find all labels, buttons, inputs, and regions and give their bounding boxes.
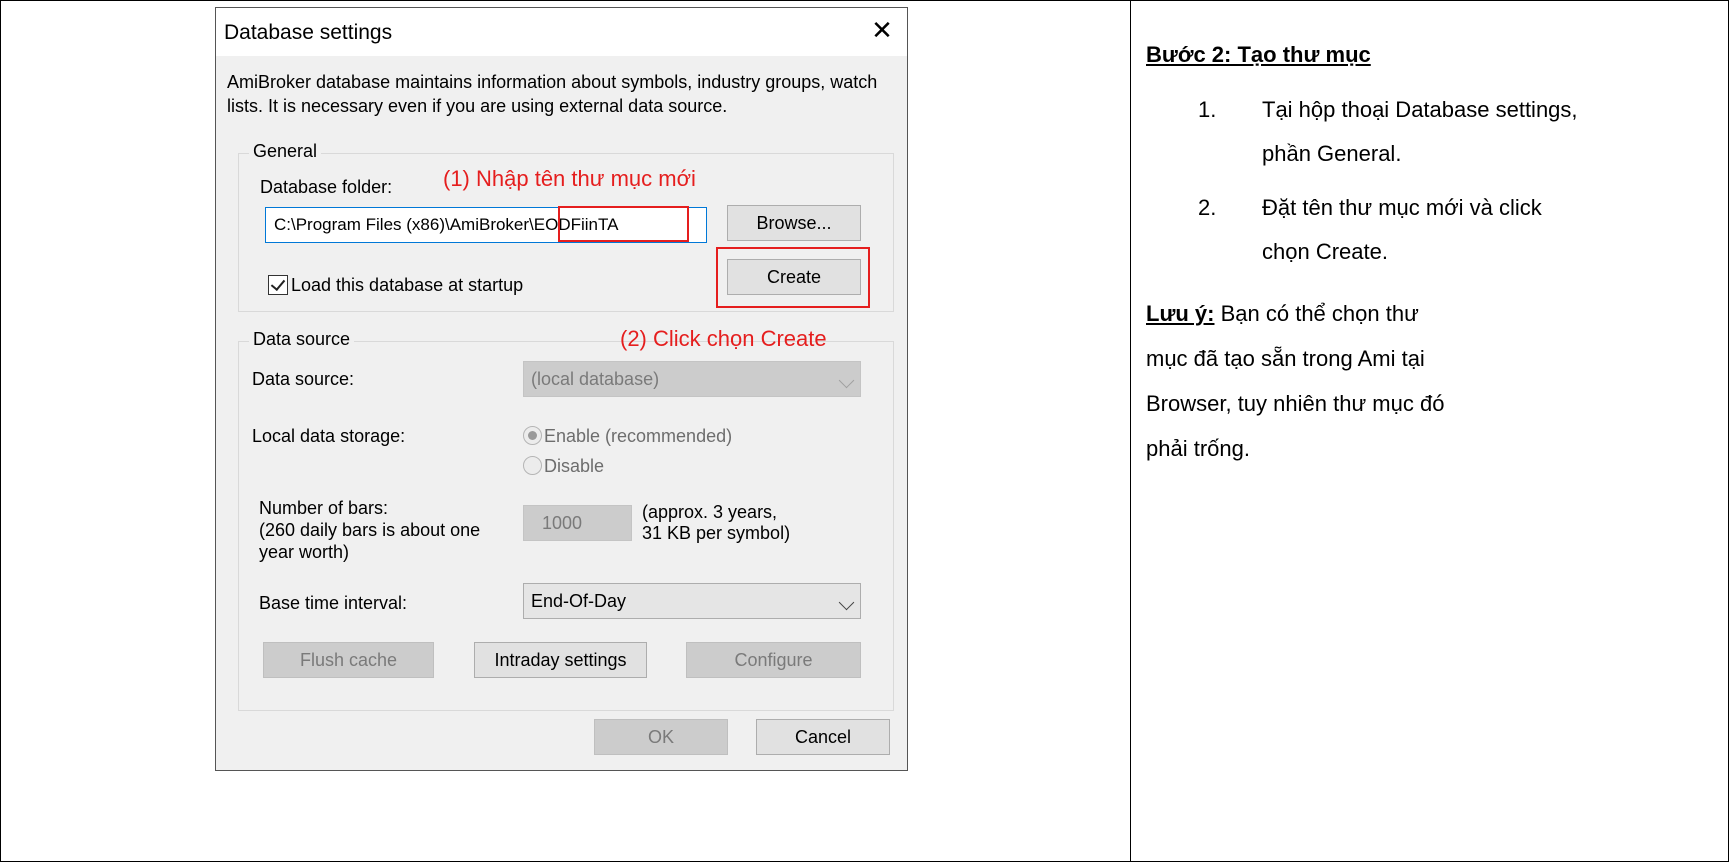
flush-cache-button[interactable]: Flush cache — [263, 642, 434, 678]
step-title: Bước 2: Tạo thư mục — [1146, 42, 1371, 67]
base-interval-select[interactable]: End-Of-Day — [523, 583, 861, 619]
chevron-down-icon — [838, 594, 855, 611]
chevron-down-icon — [838, 372, 855, 389]
number-of-bars-input[interactable]: 1000 — [523, 505, 632, 541]
table-column-divider — [1130, 0, 1131, 862]
database-settings-dialog: Database settings ✕ AmiBroker database m… — [215, 7, 908, 771]
base-interval-label: Base time interval: — [259, 593, 408, 613]
local-storage-label: Local data storage: — [252, 426, 406, 446]
check-icon — [270, 275, 286, 292]
data-source-value: (local database) — [531, 369, 660, 389]
base-interval-value: End-Of-Day — [531, 591, 627, 611]
dialog-intro-text: AmiBroker database maintains information… — [227, 72, 878, 116]
configure-button[interactable]: Configure — [686, 642, 861, 678]
folder-name-highlight — [558, 206, 689, 242]
load-at-startup-label: Load this database at startup — [291, 275, 524, 295]
bars-note-line1: (approx. 3 years, — [642, 502, 778, 522]
create-button-highlight — [716, 247, 870, 308]
cancel-button[interactable]: Cancel — [756, 719, 890, 755]
step-text: Đặt tên thư mục mới và click chọn Create… — [1262, 195, 1542, 264]
disable-radio-label: Disable — [544, 456, 605, 476]
bars-note-line2: 31 KB per symbol) — [642, 523, 791, 543]
dialog-titlebar: Database settings ✕ — [216, 8, 907, 56]
annotation-step1: (1) Nhập tên thư mục mới — [443, 166, 696, 191]
load-at-startup-checkbox[interactable] — [268, 275, 288, 295]
close-icon[interactable]: ✕ — [865, 14, 899, 48]
data-source-select[interactable]: (local database) — [523, 361, 861, 397]
enable-radio-label: Enable (recommended) — [544, 426, 733, 446]
data-source-group-label: Data source — [249, 329, 355, 350]
bars-label-line1: Number of bars: — [259, 498, 389, 518]
data-source-label: Data source: — [252, 369, 355, 389]
note-label: Lưu ý: — [1146, 301, 1215, 326]
disable-radio[interactable] — [523, 456, 542, 475]
intraday-settings-button[interactable]: Intraday settings — [474, 642, 647, 678]
general-group-label: General — [249, 141, 322, 162]
bars-label-line2: (260 daily bars is about one — [259, 520, 481, 540]
dialog-title: Database settings — [224, 21, 393, 44]
step-text: Tại hộp thoại Database settings, phần Ge… — [1262, 97, 1578, 166]
enable-radio[interactable] — [523, 426, 542, 445]
database-folder-label: Database folder: — [260, 177, 393, 197]
annotation-step2: (2) Click chọn Create — [620, 326, 827, 351]
step-number: 1. — [1198, 97, 1217, 122]
note-paragraph: Lưu ý: Bạn có thể chọn thư mục đã tạo sẵ… — [1146, 291, 1466, 471]
radio-selected-dot — [528, 431, 537, 440]
bars-label-line3: year worth) — [259, 542, 350, 562]
ok-button[interactable]: OK — [594, 719, 728, 755]
step-number: 2. — [1198, 195, 1217, 220]
browse-button[interactable]: Browse... — [727, 205, 861, 241]
